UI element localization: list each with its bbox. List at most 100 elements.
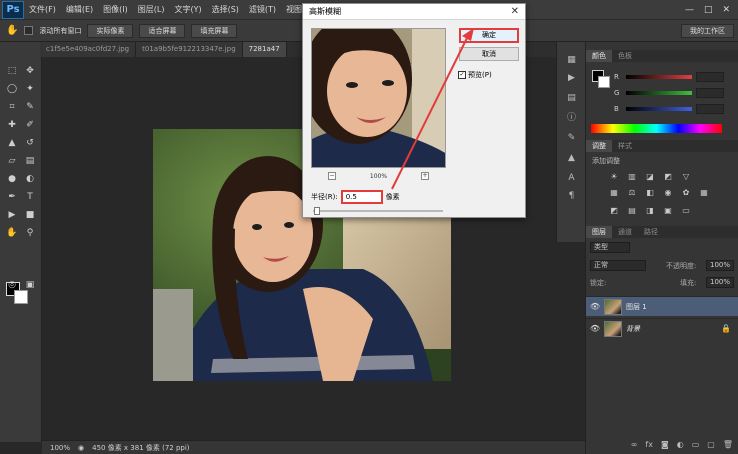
background-color-swatch[interactable] — [14, 290, 28, 304]
quick-mask-icon[interactable]: ◎ — [4, 278, 20, 292]
doc-tab[interactable]: t01a9b5fe912213347e.jpg — [136, 42, 243, 57]
bw-icon[interactable]: ◧ — [644, 188, 656, 198]
menu-filter[interactable]: 滤镜(T) — [244, 4, 281, 15]
path-select-icon[interactable]: ▶ — [4, 208, 20, 222]
pen-tool-icon[interactable]: ✒ — [4, 190, 20, 204]
fill-input[interactable]: 100% — [706, 277, 734, 288]
magic-wand-icon[interactable]: ✦ — [22, 82, 38, 96]
status-zoom[interactable]: 100% — [50, 444, 70, 452]
workspace-button[interactable]: 我的工作区 — [681, 23, 734, 38]
menu-image[interactable]: 图像(I) — [98, 4, 133, 15]
threshold-icon[interactable]: ◨ — [644, 206, 656, 216]
group-icon[interactable]: ▭ — [692, 440, 700, 454]
vibrance-icon[interactable]: ▽ — [680, 172, 692, 182]
scroll-all-checkbox[interactable] — [24, 26, 34, 35]
photo-filter-icon[interactable]: ◉ — [662, 188, 674, 198]
minimize-icon[interactable]: — — [685, 5, 694, 15]
dialog-close-icon[interactable]: ✕ — [511, 4, 519, 20]
fx-icon[interactable]: fx — [645, 440, 653, 454]
curves-icon[interactable]: ◪ — [644, 172, 656, 182]
blue-slider[interactable] — [626, 107, 692, 111]
posterize-icon[interactable]: ▤ — [626, 206, 638, 216]
green-slider-row[interactable]: G — [614, 88, 734, 98]
maximize-icon[interactable]: □ — [704, 5, 713, 15]
opacity-input[interactable]: 100% — [706, 260, 734, 271]
green-value-box[interactable] — [696, 88, 724, 98]
menu-type[interactable]: 文字(Y) — [169, 4, 206, 15]
mask-icon[interactable]: ◙ — [661, 440, 669, 454]
stamp-tool-icon[interactable]: ▲ — [4, 136, 20, 150]
eye-icon[interactable]: 👁 — [586, 324, 604, 333]
menu-edit[interactable]: 编辑(E) — [61, 4, 98, 15]
gradient-tool-icon[interactable]: ▤ — [22, 154, 38, 168]
ok-button[interactable]: 确定 — [459, 28, 519, 43]
radius-slider-handle[interactable] — [314, 207, 320, 215]
healing-brush-icon[interactable]: ✚ — [4, 118, 20, 132]
layer-kind-filter[interactable]: 类型 — [590, 242, 630, 253]
tab-color[interactable]: 颜色 — [586, 50, 612, 62]
brush-tool-icon[interactable]: ✐ — [22, 118, 38, 132]
zoom-out-icon[interactable]: − — [327, 172, 336, 180]
actual-pixels-button[interactable]: 实际像素 — [87, 23, 134, 38]
tab-styles[interactable]: 样式 — [612, 140, 638, 152]
adjustment-layer-icon[interactable]: ◐ — [677, 440, 684, 454]
radius-input[interactable] — [340, 190, 383, 204]
fill-screen-button[interactable]: 填充屏幕 — [191, 23, 238, 38]
info-panel-icon[interactable]: ⓘ — [565, 112, 578, 124]
tab-adjustments[interactable]: 调整 — [586, 140, 612, 152]
menu-layer[interactable]: 图层(L) — [133, 4, 170, 15]
marquee-tool-icon[interactable]: ⬚ — [4, 64, 20, 78]
brush-panel-icon[interactable]: ✎ — [565, 132, 578, 144]
radius-slider-track[interactable] — [313, 210, 443, 212]
blue-slider-row[interactable]: B — [614, 104, 734, 114]
color-lookup-icon[interactable]: ▦ — [698, 188, 710, 198]
layer-row-selected[interactable]: 👁 图层 1 — [586, 296, 738, 316]
close-window-icon[interactable]: ✕ — [722, 5, 730, 15]
blur-tool-icon[interactable]: ● — [4, 172, 20, 186]
color-balance-icon[interactable]: ⚖ — [626, 188, 638, 198]
zoom-tool-icon[interactable]: ⚲ — [22, 226, 38, 240]
layer-row-background[interactable]: 👁 背景 🔒 — [586, 318, 738, 338]
levels-icon[interactable]: ▥ — [626, 172, 638, 182]
red-slider[interactable] — [626, 75, 692, 79]
link-layers-icon[interactable]: ∞ — [631, 440, 638, 454]
character-panel-icon[interactable]: A — [565, 172, 578, 184]
exposure-icon[interactable]: ◩ — [662, 172, 674, 182]
lasso-tool-icon[interactable]: ◯ — [4, 82, 20, 96]
dodge-tool-icon[interactable]: ◐ — [22, 172, 38, 186]
layer-name[interactable]: 背景 — [626, 324, 640, 334]
hand-tool-button-icon[interactable]: ✋ — [4, 226, 20, 240]
eraser-tool-icon[interactable]: ▱ — [4, 154, 20, 168]
channel-mixer-icon[interactable]: ✿ — [680, 188, 692, 198]
zoom-in-icon[interactable]: + — [421, 172, 429, 180]
tab-paths[interactable]: 路径 — [638, 226, 664, 238]
tab-layers[interactable]: 图层 — [586, 226, 612, 238]
red-slider-row[interactable]: R — [614, 72, 734, 82]
shape-tool-icon[interactable]: ■ — [22, 208, 38, 222]
type-tool-icon[interactable]: T — [22, 190, 38, 204]
actions-panel-icon[interactable]: ▶ — [565, 72, 578, 84]
crop-tool-icon[interactable]: ⌗ — [4, 100, 20, 114]
blend-mode-select[interactable]: 正常 — [590, 260, 646, 271]
red-value-box[interactable] — [696, 72, 724, 82]
selective-color-icon[interactable]: ▣ — [662, 206, 674, 216]
blur-preview[interactable] — [311, 28, 446, 168]
invert-icon[interactable]: ◩ — [608, 206, 620, 216]
color-spectrum[interactable] — [591, 124, 722, 133]
tab-swatches[interactable]: 色板 — [612, 50, 638, 62]
blue-value-box[interactable] — [696, 104, 724, 114]
history-panel-icon[interactable]: ▦ — [565, 54, 578, 66]
screen-mode-icon[interactable]: ▣ — [22, 278, 38, 292]
gradient-map-icon[interactable]: ▭ — [680, 206, 692, 216]
properties-panel-icon[interactable]: ▤ — [565, 92, 578, 104]
hue-sat-icon[interactable]: ▦ — [608, 188, 620, 198]
doc-tab-active[interactable]: 7281a47 — [242, 42, 287, 57]
menu-select[interactable]: 选择(S) — [207, 4, 244, 15]
paragraph-panel-icon[interactable]: ¶ — [565, 190, 578, 202]
tab-channels[interactable]: 通道 — [612, 226, 638, 238]
menu-file[interactable]: 文件(F) — [24, 4, 61, 15]
layer-name[interactable]: 图层 1 — [626, 302, 647, 312]
eyedropper-icon[interactable]: ✎ — [22, 100, 38, 114]
clone-panel-icon[interactable]: ▲ — [565, 152, 578, 164]
eye-icon[interactable]: 👁 — [586, 302, 604, 311]
